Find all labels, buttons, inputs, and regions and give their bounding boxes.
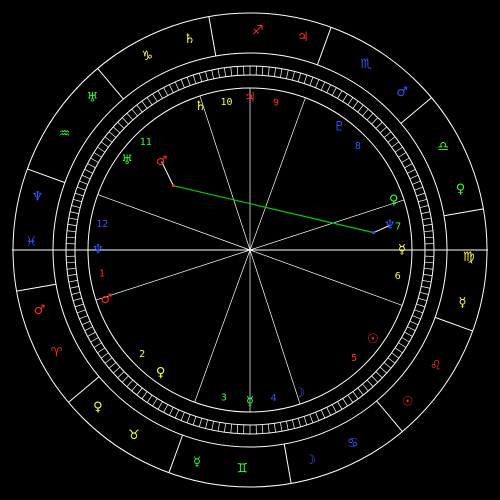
taurus-sign-icon: ♉ bbox=[128, 428, 140, 443]
house-number-12: 12 bbox=[96, 219, 108, 230]
sagittarius-sign-icon: ♐ bbox=[252, 24, 264, 39]
scorpio-ruler-icon: ♂ bbox=[396, 85, 408, 100]
aquarius-ruler-icon: ♅ bbox=[87, 90, 99, 105]
libra-sign-icon: ♎ bbox=[438, 140, 450, 155]
cancer-ruler-icon: ☽ bbox=[305, 453, 317, 468]
house-3-ruler-icon: ☿ bbox=[246, 395, 254, 410]
leo-sign-icon: ♌ bbox=[430, 359, 442, 374]
house-number-1: 1 bbox=[99, 268, 105, 279]
virgo-ruler-icon: ☿ bbox=[459, 295, 467, 310]
house-2-ruler-icon: ♀ bbox=[156, 365, 166, 380]
gemini-sign-icon: ♊ bbox=[237, 461, 249, 476]
leo-ruler-icon: ☉ bbox=[402, 395, 414, 410]
house-number-4: 4 bbox=[270, 393, 276, 404]
house-number-11: 11 bbox=[140, 137, 152, 148]
aries-ruler-icon: ♂ bbox=[34, 303, 46, 318]
house-10-ruler-icon: ♄ bbox=[195, 99, 207, 114]
house-number-2: 2 bbox=[139, 349, 145, 360]
house-4-ruler-icon: ☽ bbox=[294, 386, 306, 401]
house-8-ruler-icon: ♇ bbox=[334, 120, 346, 135]
aquarius-sign-icon: ♒ bbox=[58, 126, 70, 141]
taurus-ruler-icon: ♀ bbox=[93, 400, 103, 415]
aries-sign-icon: ♈ bbox=[51, 345, 63, 360]
pisces-ruler-icon: ♆ bbox=[32, 190, 44, 205]
cancer-sign-icon: ♋ bbox=[347, 436, 359, 451]
house-number-3: 3 bbox=[221, 393, 227, 404]
house-number-9: 9 bbox=[273, 97, 279, 108]
neptune-planet-icon: ♆ bbox=[384, 218, 396, 233]
house-12-ruler-icon: ♆ bbox=[92, 243, 104, 258]
libra-ruler-icon: ♀ bbox=[456, 182, 466, 197]
house-7-ruler-icon: ♀ bbox=[389, 193, 399, 208]
scorpio-sign-icon: ♏ bbox=[360, 57, 372, 72]
capricorn-sign-icon: ♑ bbox=[141, 49, 153, 64]
house-6-ruler-icon: ☿ bbox=[398, 243, 406, 258]
mars-planet-icon: ♂ bbox=[156, 154, 168, 169]
house-number-6: 6 bbox=[395, 271, 401, 282]
house-number-5: 5 bbox=[351, 353, 357, 364]
house-9-ruler-icon: ♃ bbox=[244, 91, 256, 106]
neptune-planet-point bbox=[372, 231, 376, 235]
house-number-10: 10 bbox=[221, 97, 233, 108]
house-number-8: 8 bbox=[355, 141, 361, 152]
astrology-chart: ♈ ♂ ♉ ♀ ♊ ☿ ♋ ☽ ♌ ☉ ♍ ☿ ♎ ♀ ♏ ♂ ♐ ♃ ♑ ♄ ♒ ♅ ♓ ♆ 1 ♂ 2 ♀ 3 ☿ 4 ☽ 5 ☉ 6 ☿ 7 ♀ 8… bbox=[0, 0, 500, 500]
capricorn-ruler-icon: ♄ bbox=[184, 32, 196, 47]
gemini-ruler-icon: ☿ bbox=[193, 455, 201, 470]
mars-planet-point bbox=[171, 184, 175, 188]
house-5-ruler-icon: ☉ bbox=[367, 332, 379, 347]
sagittarius-ruler-icon: ♃ bbox=[297, 30, 309, 45]
virgo-sign-icon: ♍ bbox=[463, 250, 475, 265]
house-11-ruler-icon: ♅ bbox=[121, 153, 133, 168]
pisces-sign-icon: ♓ bbox=[25, 235, 37, 250]
house-1-ruler-icon: ♂ bbox=[100, 292, 112, 307]
house-number-7: 7 bbox=[395, 222, 401, 233]
